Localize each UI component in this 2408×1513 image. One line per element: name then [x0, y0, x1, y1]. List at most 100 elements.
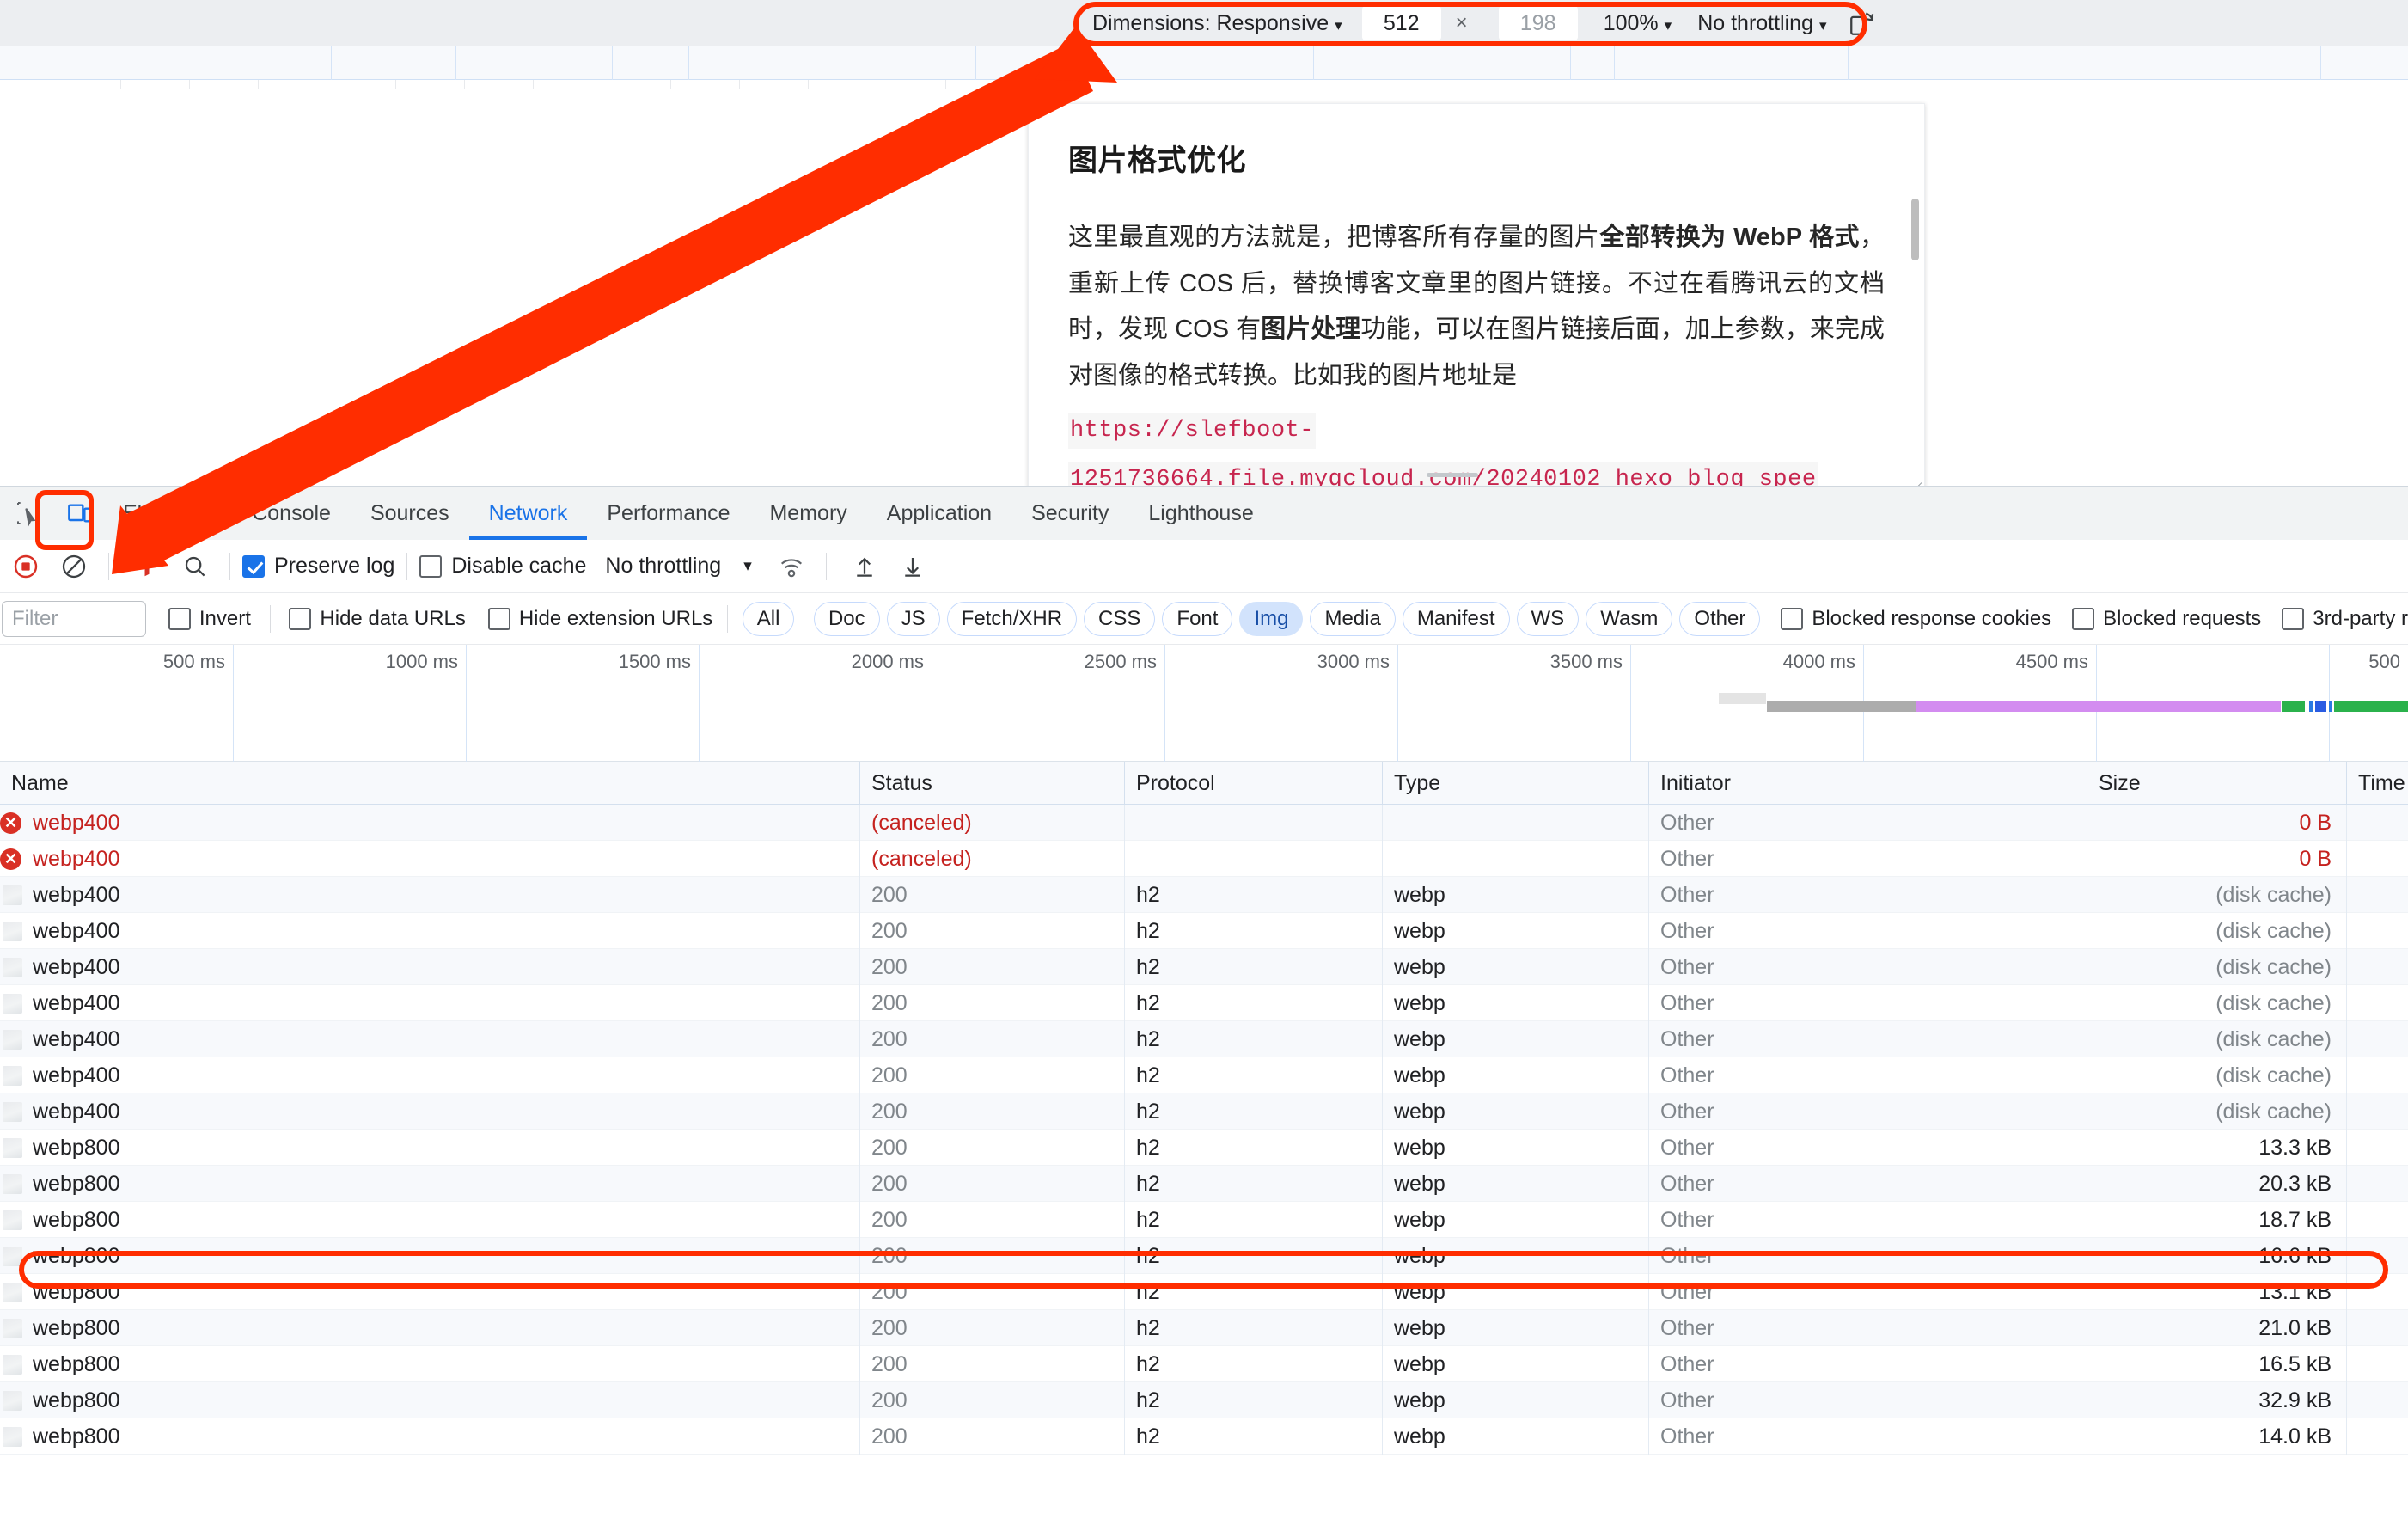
table-row[interactable]: webp800200h2webpOther20.3 kB	[0, 1166, 2408, 1202]
tab-performance[interactable]: Performance	[587, 487, 749, 540]
hide-extension-urls-checkbox[interactable]: Hide extension URLs	[488, 607, 712, 631]
screenshot-root: Dimensions: Responsive▾ 512 × 198 100%▾ …	[0, 0, 2408, 1513]
table-row[interactable]: webp400200h2webpOther(disk cache)	[0, 877, 2408, 913]
cell-name: ✕webp400	[0, 841, 859, 877]
blocked-requests-checkbox[interactable]: Blocked requests	[2072, 607, 2261, 631]
toggle-device-toolbar-icon[interactable]	[57, 490, 103, 536]
tab-application[interactable]: Application	[867, 487, 1011, 540]
cell-status: 200	[859, 1093, 1124, 1130]
type-filter-ws[interactable]: WS	[1517, 602, 1580, 636]
device-width-input[interactable]: 512	[1362, 6, 1441, 40]
table-row[interactable]: webp800200h2webpOther13.3 kB	[0, 1130, 2408, 1166]
import-har-icon[interactable]	[842, 544, 887, 589]
devtools-drag-handle[interactable]	[1427, 473, 1478, 477]
filter-input[interactable]: Filter	[2, 601, 146, 637]
table-row[interactable]: ✕webp400(canceled)Other0 B	[0, 841, 2408, 877]
table-row[interactable]: ✕webp400(canceled)Other0 B	[0, 805, 2408, 841]
tab-security[interactable]: Security	[1011, 487, 1128, 540]
checkbox-box[interactable]	[1781, 608, 1803, 630]
table-row[interactable]: webp800200h2webpOther21.0 kB	[0, 1310, 2408, 1346]
table-row[interactable]: webp800200h2webpOther16.6 kB	[0, 1238, 2408, 1274]
checkbox-box[interactable]	[419, 555, 442, 578]
cell-protocol: h2	[1124, 1346, 1382, 1382]
dimensions-dropdown[interactable]: Dimensions: Responsive▾	[1092, 11, 1346, 36]
network-throttling-dropdown[interactable]: No throttling ▾	[605, 554, 751, 579]
table-row[interactable]: webp800200h2webpOther18.7 kB	[0, 1202, 2408, 1238]
tab-sources[interactable]: Sources	[351, 487, 469, 540]
disable-cache-checkbox[interactable]: Disable cache	[419, 554, 586, 579]
type-filter-css[interactable]: CSS	[1084, 602, 1155, 636]
type-filter-all[interactable]: All	[743, 602, 795, 636]
type-filter-img[interactable]: Img	[1239, 602, 1303, 636]
export-har-icon[interactable]	[890, 544, 935, 589]
filter-funnel-icon[interactable]	[125, 544, 169, 589]
table-row[interactable]: webp800200h2webpOther16.5 kB	[0, 1346, 2408, 1382]
article-content: 图片格式优化 这里最直观的方法就是，把博客所有存量的图片全部转换为 WebP 格…	[1029, 104, 1924, 486]
table-row[interactable]: webp800200h2webpOther13.1 kB	[0, 1274, 2408, 1310]
tab-memory[interactable]: Memory	[749, 487, 866, 540]
invert-checkbox[interactable]: Invert	[168, 607, 251, 631]
type-filter-wasm[interactable]: Wasm	[1586, 602, 1672, 636]
checkbox-box[interactable]	[488, 608, 510, 630]
table-row[interactable]: webp800200h2webpOther32.9 kB	[0, 1382, 2408, 1418]
tab-network[interactable]: Network	[469, 487, 588, 540]
network-conditions-icon[interactable]	[769, 544, 814, 589]
preserve-log-checkbox[interactable]: Preserve log	[242, 554, 394, 579]
type-filter-manifest[interactable]: Manifest	[1403, 602, 1510, 636]
resource-thumbnail-icon	[3, 1355, 22, 1375]
table-row[interactable]: webp400200h2webpOther(disk cache)	[0, 985, 2408, 1021]
chevron-down-icon: ▾	[1813, 17, 1827, 34]
record-stop-icon[interactable]	[3, 544, 48, 589]
table-row[interactable]: webp800200h2webpOther14.0 kB	[0, 1418, 2408, 1455]
column-header-size[interactable]: Size	[2087, 762, 2346, 805]
type-filter-media[interactable]: Media	[1310, 602, 1395, 636]
tab-label: Security	[1031, 501, 1109, 526]
cell-name: webp400	[0, 877, 859, 913]
network-overview-timeline[interactable]: 500 ms 1000 ms 1500 ms 2000 ms 2500 ms 3…	[0, 645, 2408, 762]
column-label: Protocol	[1136, 771, 1215, 796]
column-header-protocol[interactable]: Protocol	[1124, 762, 1382, 805]
type-filter-js[interactable]: JS	[887, 602, 940, 636]
column-header-time[interactable]: Time	[2346, 762, 2408, 805]
column-header-name[interactable]: Name	[0, 762, 859, 805]
cell-size: (disk cache)	[2087, 1093, 2346, 1130]
column-header-initiator[interactable]: Initiator	[1648, 762, 2087, 805]
table-row[interactable]: webp400200h2webpOther(disk cache)	[0, 1057, 2408, 1093]
blocked-response-cookies-checkbox[interactable]: Blocked response cookies	[1781, 607, 2051, 631]
tab-lighthouse[interactable]: Lighthouse	[1128, 487, 1273, 540]
device-throttling-dropdown[interactable]: No throttling▾	[1697, 11, 1826, 36]
resize-handle-icon[interactable]	[1903, 466, 1922, 485]
cell-type: webp	[1382, 1166, 1648, 1202]
table-row[interactable]: webp400200h2webpOther(disk cache)	[0, 1021, 2408, 1057]
type-filter-doc[interactable]: Doc	[814, 602, 880, 636]
checkbox-box[interactable]	[2072, 608, 2094, 630]
hide-data-urls-checkbox[interactable]: Hide data URLs	[289, 607, 465, 631]
checkbox-box[interactable]	[289, 608, 311, 630]
column-header-type[interactable]: Type	[1382, 762, 1648, 805]
checkbox-box[interactable]	[2282, 608, 2304, 630]
checkbox-box[interactable]	[168, 608, 191, 630]
device-height-input[interactable]: 198	[1499, 6, 1578, 40]
inspect-element-icon[interactable]	[5, 490, 52, 536]
column-label: Time	[2358, 771, 2405, 796]
tab-console[interactable]: Console	[232, 487, 351, 540]
checkbox-box[interactable]	[242, 555, 265, 578]
type-filter-other[interactable]: Other	[1679, 602, 1760, 636]
column-header-status[interactable]: Status	[859, 762, 1124, 805]
type-filter-font[interactable]: Font	[1162, 602, 1232, 636]
pill-label: Media	[1324, 607, 1380, 631]
search-icon[interactable]	[173, 544, 217, 589]
third-party-requests-checkbox[interactable]: 3rd-party r	[2282, 607, 2408, 631]
rotate-device-icon[interactable]	[1848, 9, 1877, 38]
page-grid-strip	[0, 46, 2408, 80]
clear-network-log-icon[interactable]	[52, 544, 96, 589]
device-zoom-dropdown[interactable]: 100%▾	[1604, 11, 1672, 36]
table-row[interactable]: webp400200h2webpOther(disk cache)	[0, 913, 2408, 949]
ruler-tick: 2000 ms	[852, 651, 932, 673]
article-scrollbar[interactable]	[1911, 199, 1919, 260]
overview-ruler: 500 ms 1000 ms 1500 ms 2000 ms 2500 ms 3…	[0, 645, 2408, 677]
table-row[interactable]: webp400200h2webpOther(disk cache)	[0, 949, 2408, 985]
table-row[interactable]: webp400200h2webpOther(disk cache)	[0, 1093, 2408, 1130]
tab-elements[interactable]: Elements	[103, 487, 232, 540]
type-filter-fetch-xhr[interactable]: Fetch/XHR	[947, 602, 1077, 636]
